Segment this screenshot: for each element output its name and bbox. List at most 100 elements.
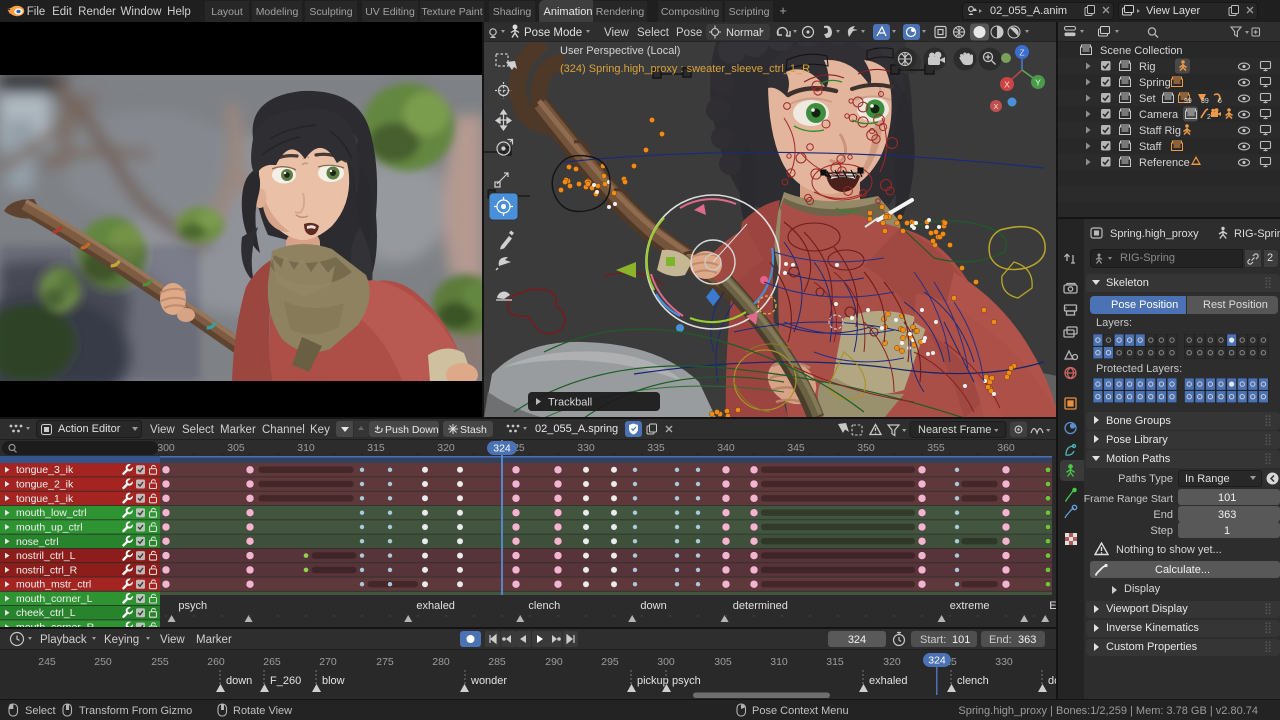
svg-text:Nearest Frame: Nearest Frame: [918, 424, 991, 436]
svg-text:Pose: Pose: [676, 27, 702, 39]
svg-text:Y: Y: [1035, 78, 1041, 88]
svg-text:260: 260: [207, 656, 225, 668]
svg-text:Pose Mode: Pose Mode: [524, 27, 582, 39]
svg-text:Sculpting: Sculpting: [309, 6, 352, 18]
svg-text:Select: Select: [25, 705, 56, 717]
svg-text:Spring.high_proxy | Bones:1/2,: Spring.high_proxy | Bones:1/2,259 | Mem:…: [958, 705, 1258, 717]
svg-text:Scripting: Scripting: [729, 6, 770, 18]
svg-text:View: View: [160, 634, 185, 646]
svg-text:320: 320: [883, 656, 901, 668]
svg-text:320: 320: [437, 442, 455, 454]
svg-text:275: 275: [376, 656, 394, 668]
svg-text:Staff Rig: Staff Rig: [1139, 125, 1181, 137]
svg-text:exhaled: exhaled: [869, 675, 908, 687]
svg-text:335: 335: [647, 442, 665, 454]
svg-text:Window: Window: [121, 6, 163, 18]
svg-text:Reference: Reference: [1139, 157, 1190, 169]
svg-text:cheek_ctrl_L: cheek_ctrl_L: [16, 607, 76, 619]
svg-text:295: 295: [601, 656, 619, 668]
svg-text:363: 363: [1018, 634, 1036, 646]
svg-text:wonder: wonder: [470, 675, 507, 687]
svg-text:Help: Help: [167, 6, 191, 18]
svg-text:330: 330: [577, 442, 595, 454]
svg-text:Texture Paint: Texture Paint: [421, 6, 482, 18]
svg-text:(324) Spring.high_proxy : swea: (324) Spring.high_proxy : sweater_sleeve…: [560, 63, 810, 75]
svg-text:350: 350: [857, 442, 875, 454]
svg-text:psych: psych: [178, 600, 207, 612]
svg-text:290: 290: [545, 656, 563, 668]
svg-text:F_260: F_260: [270, 675, 301, 687]
svg-text:265: 265: [263, 656, 281, 668]
svg-text:300: 300: [157, 442, 175, 454]
svg-text:mouth_corner_L: mouth_corner_L: [16, 593, 93, 605]
svg-text:245: 245: [38, 656, 56, 668]
svg-text:End:: End:: [989, 634, 1012, 646]
svg-text:Select: Select: [637, 27, 670, 39]
svg-text:310: 310: [297, 442, 315, 454]
svg-text:Rendering: Rendering: [596, 6, 645, 18]
svg-text:300: 300: [657, 656, 675, 668]
svg-text:305: 305: [227, 442, 245, 454]
svg-text:Start:: Start:: [920, 634, 946, 646]
svg-text:99: 99: [1184, 98, 1192, 105]
svg-text:270: 270: [319, 656, 337, 668]
svg-text:324: 324: [493, 443, 511, 455]
svg-text:39: 39: [1201, 98, 1209, 105]
svg-text:324: 324: [848, 634, 866, 646]
svg-text:101: 101: [952, 634, 970, 646]
svg-text:UV Editing: UV Editing: [365, 6, 415, 18]
svg-text:down: down: [640, 600, 666, 612]
svg-text:Playback: Playback: [40, 634, 87, 646]
svg-text:355: 355: [927, 442, 945, 454]
svg-text:X: X: [993, 102, 998, 111]
svg-text:280: 280: [432, 656, 450, 668]
svg-text:X: X: [1004, 80, 1010, 90]
svg-text:Normal: Normal: [726, 27, 761, 39]
svg-text:Rotate View: Rotate View: [233, 705, 292, 717]
svg-text:250: 250: [94, 656, 112, 668]
svg-text:nostril_ctrl_L: nostril_ctrl_L: [16, 550, 76, 562]
svg-text:324: 324: [928, 655, 946, 667]
svg-text:315: 315: [826, 656, 844, 668]
svg-text:Spring: Spring: [1139, 77, 1171, 89]
svg-text:mouth_up_ctrl: mouth_up_ctrl: [16, 522, 83, 534]
svg-text:Shading: Shading: [493, 6, 532, 18]
svg-text:340: 340: [717, 442, 735, 454]
svg-text:6: 6: [1218, 98, 1222, 105]
svg-text:mouth_mstr_ctrl: mouth_mstr_ctrl: [16, 579, 91, 591]
svg-text:2: 2: [1207, 114, 1211, 121]
svg-text:nostril_ctrl_R: nostril_ctrl_R: [16, 564, 78, 576]
svg-text:Marker: Marker: [196, 634, 232, 646]
svg-text:tongue_1_ik: tongue_1_ik: [16, 493, 74, 505]
svg-text:Pose Context Menu: Pose Context Menu: [752, 705, 849, 717]
svg-text:mouth_low_ctrl: mouth_low_ctrl: [16, 507, 87, 519]
svg-text:exhaled: exhaled: [416, 600, 455, 612]
svg-text:Z: Z: [1019, 48, 1024, 58]
svg-text:Scene Collection: Scene Collection: [1100, 45, 1183, 57]
svg-text:blow: blow: [322, 675, 345, 687]
svg-text:+: +: [779, 3, 787, 18]
svg-text:310: 310: [770, 656, 788, 668]
svg-text:extreme: extreme: [950, 600, 990, 612]
svg-text:315: 315: [367, 442, 385, 454]
svg-text:psych: psych: [672, 675, 701, 687]
svg-text:Camera: Camera: [1139, 109, 1179, 121]
svg-text:Animation: Animation: [544, 6, 593, 18]
svg-text:Edit: Edit: [52, 6, 73, 18]
svg-text:Compositing: Compositing: [661, 6, 720, 18]
svg-text:Transform From Gizmo: Transform From Gizmo: [79, 705, 192, 717]
svg-text:360: 360: [997, 442, 1015, 454]
svg-text:285: 285: [488, 656, 506, 668]
svg-text:Render: Render: [78, 6, 116, 18]
svg-text:tongue_3_ik: tongue_3_ik: [16, 464, 74, 476]
svg-text:determined: determined: [733, 600, 788, 612]
svg-text:nose_ctrl: nose_ctrl: [16, 536, 59, 548]
svg-text:Set: Set: [1139, 93, 1156, 105]
svg-text:Layout: Layout: [211, 6, 243, 18]
svg-text:pickup: pickup: [637, 675, 669, 687]
svg-text:Modeling: Modeling: [256, 6, 299, 18]
svg-text:255: 255: [151, 656, 169, 668]
svg-text:345: 345: [787, 442, 805, 454]
svg-text:tongue_2_ik: tongue_2_ik: [16, 479, 74, 491]
svg-text:Trackball: Trackball: [548, 397, 592, 409]
